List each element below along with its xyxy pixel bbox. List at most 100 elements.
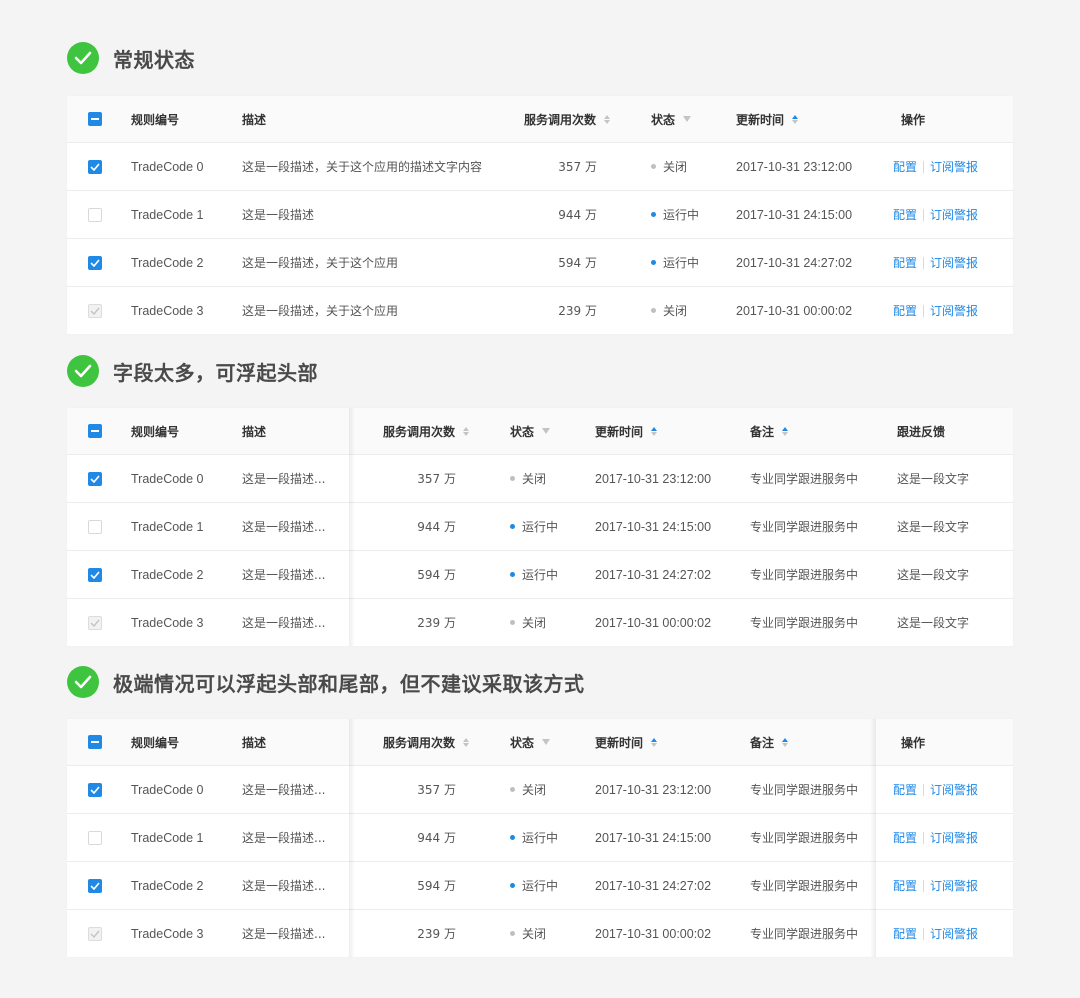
sort-icon[interactable]	[792, 114, 799, 124]
subscribe-alert-link[interactable]: 订阅警报	[930, 829, 978, 846]
section-heading: 极端情况可以浮起头部和尾部，但不建议采取该方式	[113, 671, 585, 696]
cell-calls: 357 万	[558, 160, 597, 174]
header-desc: 描述	[242, 424, 267, 439]
table-body: TradeCode 0 这是一段描述... 357 万关闭 2017-10-31 23…	[67, 765, 1013, 957]
sort-icon[interactable]	[604, 114, 611, 124]
link-divider	[923, 160, 925, 173]
select-all-checkbox[interactable]	[88, 112, 102, 126]
header-calls[interactable]: 服务调用次数	[383, 408, 470, 454]
row-checkbox[interactable]	[88, 567, 102, 582]
cell-code: TradeCode 1	[131, 207, 204, 222]
cell-desc: 这是一段描述，关于这个应用的描述文字内容	[242, 160, 483, 174]
config-link[interactable]: 配置	[893, 158, 917, 175]
row-checkbox[interactable]	[88, 207, 102, 222]
table-regular: 规则编号 描述 服务调用次数 状态 更新时间 操作 TradeCode 0 这是一…	[67, 96, 1013, 334]
row-checkbox	[88, 926, 102, 941]
subscribe-alert-link[interactable]: 订阅警报	[930, 781, 978, 798]
cell-time: 2017-10-31 00:00:02	[736, 303, 853, 318]
table-row: TradeCode 3 这是一段描述... 239 万 关闭 2017-10-31 00…	[67, 909, 1013, 957]
header-calls[interactable]: 服务调用次数	[524, 96, 611, 142]
config-link[interactable]: 配置	[893, 206, 917, 223]
row-checkbox[interactable]	[88, 830, 102, 845]
header-note[interactable]: 备注	[750, 408, 789, 454]
status-dot-icon	[510, 620, 515, 625]
status-dot-icon	[651, 260, 656, 265]
page: 常规状态 规则编号 描述 服务调用次数 状态 更新时间 操作 TradeCode…	[0, 0, 1080, 998]
select-all-checkbox[interactable]	[88, 424, 102, 438]
cell-desc: 这是一段描述...	[242, 616, 326, 630]
cell-status: 关闭	[510, 910, 546, 957]
config-link[interactable]: 配置	[893, 302, 917, 319]
header-time-label: 更新时间	[595, 424, 644, 439]
config-link[interactable]: 配置	[893, 877, 917, 894]
header-status[interactable]: 状态	[510, 408, 551, 454]
status-label: 运行中	[522, 831, 559, 845]
cell-desc: 这是一段描述...	[242, 927, 326, 941]
header-status[interactable]: 状态	[651, 96, 692, 142]
subscribe-alert-link[interactable]: 订阅警报	[930, 302, 978, 319]
status-dot-icon	[510, 835, 515, 840]
subscribe-alert-link[interactable]: 订阅警报	[930, 206, 978, 223]
cell-desc: 这是一段描述...	[242, 879, 326, 893]
header-note-label: 备注	[750, 735, 775, 750]
cell-desc: 这是一段描述...	[242, 783, 326, 797]
cell-feedback: 这是一段文字	[897, 520, 970, 534]
cell-desc: 这是一段描述	[242, 208, 315, 222]
header-note[interactable]: 备注	[750, 719, 789, 765]
cell-note: 专业同学跟进服务中	[750, 831, 859, 845]
sort-icon[interactable]	[782, 426, 789, 436]
header-calls[interactable]: 服务调用次数	[383, 719, 470, 765]
row-checkbox[interactable]	[88, 782, 102, 797]
subscribe-alert-link[interactable]: 订阅警报	[930, 254, 978, 271]
status-label: 关闭	[522, 472, 547, 486]
header-time[interactable]: 更新时间	[595, 408, 658, 454]
table-header-row: 规则编号 描述 服务调用次数 状态 更新时间 备注 跟进反馈	[67, 408, 1013, 454]
cell-calls: 239 万	[417, 616, 456, 630]
section-heading: 常规状态	[113, 47, 195, 72]
cell-calls: 944 万	[417, 520, 456, 534]
config-link[interactable]: 配置	[893, 829, 917, 846]
sort-icon[interactable]	[463, 737, 470, 747]
select-all-checkbox[interactable]	[88, 735, 102, 749]
cell-status: 关闭	[510, 455, 546, 502]
row-checkbox[interactable]	[88, 159, 102, 174]
header-time[interactable]: 更新时间	[736, 96, 799, 142]
cell-actions: 配置 订阅警报	[893, 766, 978, 813]
subscribe-alert-link[interactable]: 订阅警报	[930, 925, 978, 942]
sort-icon[interactable]	[782, 737, 789, 747]
row-checkbox[interactable]	[88, 519, 102, 534]
config-link[interactable]: 配置	[893, 925, 917, 942]
table-body: TradeCode 0 这是一段描述... 357 万关闭 2017-10-31 23…	[67, 454, 1013, 646]
cell-desc: 这是一段描述...	[242, 472, 326, 486]
filter-icon[interactable]	[542, 428, 551, 434]
cell-calls: 944 万	[417, 831, 456, 845]
config-link[interactable]: 配置	[893, 781, 917, 798]
header-time[interactable]: 更新时间	[595, 719, 658, 765]
status-dot-icon	[651, 164, 656, 169]
header-feedback: 跟进反馈	[897, 424, 946, 439]
cell-status: 关闭	[651, 143, 687, 190]
sort-icon[interactable]	[651, 426, 658, 436]
table-floating-header: 规则编号 描述 服务调用次数 状态 更新时间 备注 跟进反馈 TradeCode…	[67, 408, 1013, 646]
filter-icon[interactable]	[683, 116, 692, 122]
status-label: 运行中	[663, 256, 700, 270]
row-checkbox[interactable]	[88, 878, 102, 893]
sort-icon[interactable]	[651, 737, 658, 747]
subscribe-alert-link[interactable]: 订阅警报	[930, 158, 978, 175]
header-action: 操作	[901, 735, 926, 750]
header-status-label: 状态	[510, 735, 535, 750]
header-status[interactable]: 状态	[510, 719, 551, 765]
cell-code: TradeCode 3	[131, 303, 204, 318]
subscribe-alert-link[interactable]: 订阅警报	[930, 877, 978, 894]
cell-calls: 239 万	[558, 304, 597, 318]
cell-code: TradeCode 0	[131, 782, 204, 797]
row-checkbox[interactable]	[88, 255, 102, 270]
config-link[interactable]: 配置	[893, 254, 917, 271]
row-checkbox[interactable]	[88, 471, 102, 486]
cell-calls: 357 万	[417, 783, 456, 797]
cell-status: 运行中	[510, 503, 558, 550]
cell-status: 运行中	[510, 814, 558, 861]
cell-note: 专业同学跟进服务中	[750, 927, 859, 941]
sort-icon[interactable]	[463, 426, 470, 436]
filter-icon[interactable]	[542, 739, 551, 745]
